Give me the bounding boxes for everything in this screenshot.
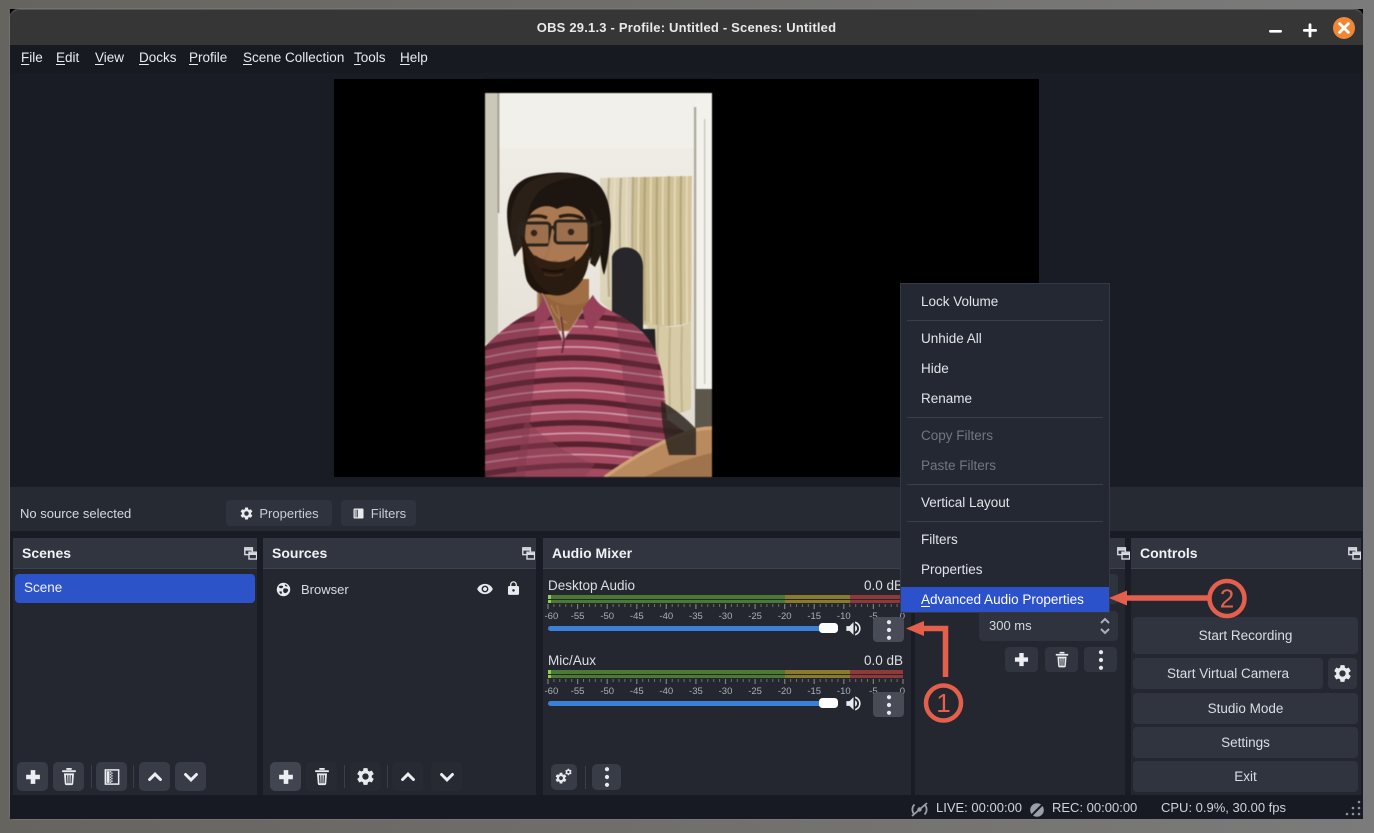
svg-text:1: 1	[936, 688, 950, 718]
svg-text:2: 2	[1220, 584, 1234, 614]
